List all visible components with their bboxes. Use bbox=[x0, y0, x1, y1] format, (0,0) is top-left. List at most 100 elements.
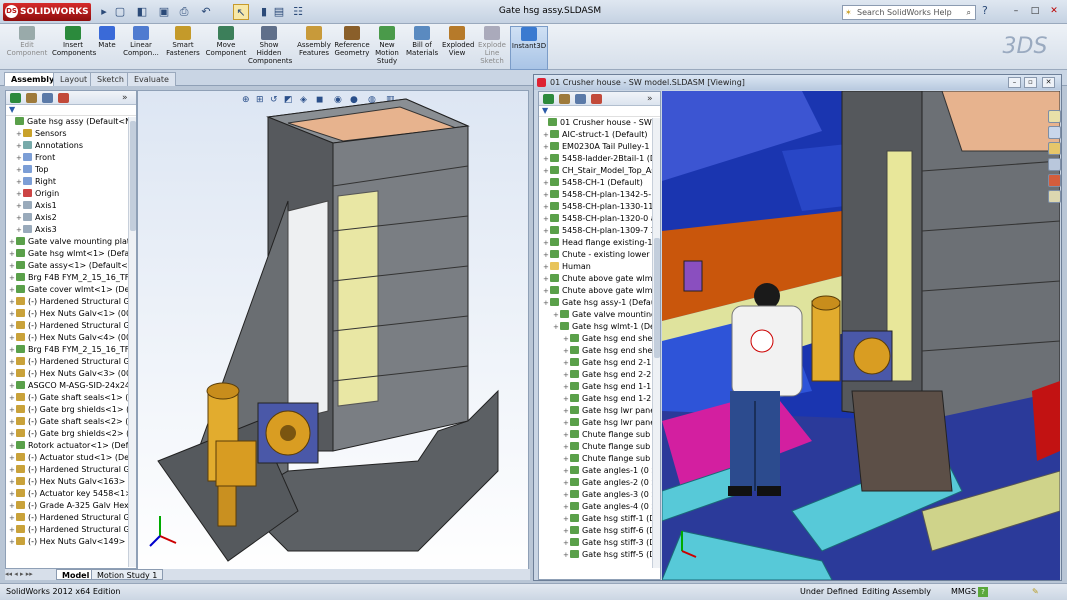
tree-item[interactable]: +5458-CH-plan-1342-5-1 ( bbox=[539, 189, 660, 201]
tree-item[interactable]: + Gate hsg stiff-6 (D bbox=[539, 525, 660, 537]
expand-icon[interactable]: + bbox=[563, 549, 570, 561]
expand-icon[interactable]: + bbox=[543, 297, 550, 309]
tree-item[interactable]: + Gate hsg end 1-1 bbox=[539, 381, 660, 393]
expand-icon[interactable]: + bbox=[543, 249, 550, 261]
tree-item[interactable]: + (-) Hardened Structural G bbox=[6, 296, 136, 308]
expand-icon[interactable]: + bbox=[9, 368, 16, 380]
expand-icon[interactable]: + bbox=[9, 440, 16, 452]
feature-tree-tab-icon-2[interactable] bbox=[543, 94, 554, 104]
appearance-tab-icon-2[interactable] bbox=[591, 94, 602, 104]
property-tab-icon-2[interactable] bbox=[559, 94, 570, 104]
tree-item[interactable]: +5458-CH-plan-1330-11 a bbox=[539, 201, 660, 213]
expand-icon[interactable]: + bbox=[543, 153, 550, 165]
resources-icon[interactable] bbox=[1048, 110, 1061, 123]
save-icon[interactable]: ▣ bbox=[156, 4, 172, 20]
tree-item[interactable]: + (-) Hex Nuts Galv<4> (001 bbox=[6, 332, 136, 344]
tree-item[interactable]: + AIC-struct-1 (Default) bbox=[539, 129, 660, 141]
tab-evaluate[interactable]: Evaluate bbox=[127, 72, 176, 86]
expand-icon[interactable]: + bbox=[563, 441, 570, 453]
tree-item[interactable]: + Axis2 bbox=[6, 212, 136, 224]
tree-item[interactable]: + Head flange existing-1 (D bbox=[539, 237, 660, 249]
appearances-icon[interactable] bbox=[1048, 174, 1061, 187]
expand-icon[interactable]: + bbox=[9, 260, 16, 272]
tree-item[interactable]: + Chute flange sub bbox=[539, 441, 660, 453]
tree-item[interactable]: + Chute above gate wlmt-2 bbox=[539, 273, 660, 285]
print-icon[interactable]: ⎙ bbox=[176, 4, 192, 20]
expand-icon[interactable]: + bbox=[9, 272, 16, 284]
instant3d-button[interactable]: Instant3D bbox=[510, 26, 548, 70]
expand-icon[interactable]: + bbox=[16, 188, 23, 200]
expand-icon[interactable]: + bbox=[563, 477, 570, 489]
tree-item[interactable]: +5458-CH-plan-1320-0 ass bbox=[539, 213, 660, 225]
expand-icon[interactable]: + bbox=[9, 308, 16, 320]
appearance-tab-icon[interactable] bbox=[58, 93, 69, 103]
tree-item[interactable]: + Gate hsg end 1-2 bbox=[539, 393, 660, 405]
expand-icon[interactable]: + bbox=[9, 500, 16, 512]
graphics-area-gate-assembly[interactable]: ⊕ ⊞ ↺ ◩ ◈ ◼ ◉ ● ◍ ▥ bbox=[137, 90, 529, 579]
minimize-button[interactable]: – bbox=[1009, 4, 1023, 18]
tree-item[interactable]: + (-) Hex Nuts Galv<149> (( bbox=[6, 536, 136, 548]
rebuild-icon[interactable]: ▮ bbox=[256, 4, 272, 20]
tree-item[interactable]: + Chute flange sub bbox=[539, 429, 660, 441]
smart-fasteners-button[interactable]: Smart Fasteners bbox=[164, 26, 202, 70]
tree-item[interactable]: + Gate assy<1> (Default<Di bbox=[6, 260, 136, 272]
config-tab-icon-2[interactable] bbox=[575, 94, 586, 104]
tree-item[interactable]: + Gate hsg end shee bbox=[539, 345, 660, 357]
expand-panel-icon[interactable]: » bbox=[122, 93, 132, 103]
expand-icon[interactable]: + bbox=[16, 200, 23, 212]
expand-icon[interactable]: + bbox=[543, 273, 550, 285]
tree-item[interactable]: + Gate valve mounting bbox=[539, 309, 660, 321]
explode-line-sketch-button[interactable]: Explode Line Sketch bbox=[477, 26, 507, 70]
expand-icon[interactable]: + bbox=[16, 212, 23, 224]
rebuild-status-icon[interactable]: ? bbox=[978, 587, 988, 597]
config-tab-icon[interactable] bbox=[42, 93, 53, 103]
show-hidden-components-button[interactable]: Show Hidden Components bbox=[248, 26, 292, 70]
menu-arrow-icon[interactable]: ▸ bbox=[96, 4, 112, 20]
tree-item[interactable]: + (-) Gate shaft seals<1> (Sc bbox=[6, 392, 136, 404]
expand-icon[interactable]: + bbox=[9, 524, 16, 536]
window2-minimize-button[interactable]: – bbox=[1008, 77, 1021, 88]
tree-item[interactable]: + (-) Grade A-325 Galv Hex bbox=[6, 500, 136, 512]
expand-icon[interactable]: + bbox=[563, 453, 570, 465]
expand-icon[interactable]: + bbox=[9, 356, 16, 368]
tree-item[interactable]: +5458-CH-plan-1309-7 3_ bbox=[539, 225, 660, 237]
tree-item[interactable]: + Gate hsg stiff-3 (D bbox=[539, 537, 660, 549]
tree-item[interactable]: + Gate hsg lwr pane bbox=[539, 417, 660, 429]
view-palette-icon[interactable] bbox=[1048, 158, 1061, 171]
mate-button[interactable]: Mate bbox=[96, 26, 118, 70]
tree-item[interactable]: + (-) Actuator stud<1> (Def bbox=[6, 452, 136, 464]
tree-scrollbar[interactable] bbox=[128, 117, 136, 567]
tree-item[interactable]: + Chute above gate wlmt-1 bbox=[539, 285, 660, 297]
tree-item[interactable]: + Brg F4B FYM_2_15_16_TF- bbox=[6, 344, 136, 356]
filter-icon[interactable]: ▼ bbox=[6, 105, 136, 116]
expand-icon[interactable]: + bbox=[563, 345, 570, 357]
tree-item[interactable]: + Gate angles-4 (0 S bbox=[539, 501, 660, 513]
filter-icon-2[interactable]: ▼ bbox=[539, 106, 660, 117]
expand-icon[interactable]: + bbox=[9, 332, 16, 344]
tree-item[interactable]: + Axis1 bbox=[6, 200, 136, 212]
tab-sketch[interactable]: Sketch bbox=[90, 72, 131, 86]
expand-icon[interactable]: + bbox=[16, 176, 23, 188]
expand-icon[interactable]: + bbox=[9, 248, 16, 260]
expand-icon[interactable]: + bbox=[9, 320, 16, 332]
tree-item[interactable]: + Gate angles-2 (0 S bbox=[539, 477, 660, 489]
tree-item[interactable]: + Front bbox=[6, 152, 136, 164]
tree-item[interactable]: + Gate hsg end shee bbox=[539, 333, 660, 345]
expand-icon[interactable]: + bbox=[553, 321, 560, 333]
expand-icon[interactable]: + bbox=[9, 476, 16, 488]
tree-item[interactable]: + (-) Hardened Structural G bbox=[6, 524, 136, 536]
expand-icon[interactable]: + bbox=[563, 429, 570, 441]
tree-item[interactable]: + Annotations bbox=[6, 140, 136, 152]
tree-item[interactable]: + Brg F4B FYM_2_15_16_TF- bbox=[6, 272, 136, 284]
options-icon[interactable]: ☷ bbox=[290, 4, 306, 20]
tree-item[interactable]: + Gate cover wlmt<1> (Def bbox=[6, 284, 136, 296]
tree-item[interactable]: + Origin bbox=[6, 188, 136, 200]
expand-icon[interactable]: + bbox=[9, 380, 16, 392]
linear-component-pattern-button[interactable]: Linear Compon... bbox=[122, 26, 160, 70]
expand-icon[interactable]: + bbox=[563, 357, 570, 369]
expand-icon[interactable]: + bbox=[563, 369, 570, 381]
expand-icon[interactable]: + bbox=[543, 285, 550, 297]
tab-motion-study-1[interactable]: Motion Study 1 bbox=[91, 569, 164, 580]
expand-icon[interactable]: + bbox=[16, 140, 23, 152]
tab-scroll-arrows[interactable]: ◂◂ ◂ ▸ ▸▸ bbox=[5, 569, 51, 580]
